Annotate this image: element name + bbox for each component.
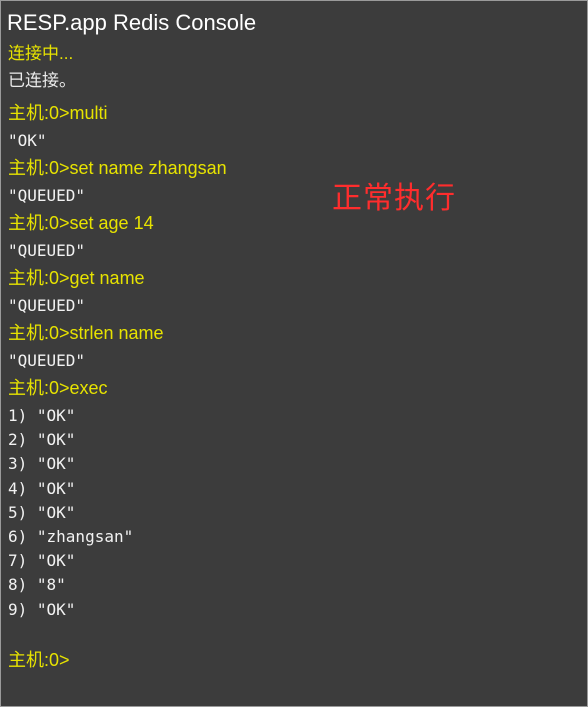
response-line: 9) "OK": [8, 599, 76, 619]
response-line: 7) "OK": [8, 551, 76, 571]
command-line: 主机:0>strlen name: [8, 323, 164, 343]
response-line: 8) "8": [8, 575, 66, 595]
console-prompt[interactable]: 主机:0>: [8, 649, 70, 671]
response-line: "OK": [8, 131, 47, 150]
window-title: RESP.app Redis Console: [7, 10, 257, 35]
command-line: 主机:0>multi: [8, 103, 108, 123]
command-line: 主机:0>get name: [8, 268, 145, 288]
response-line: 2) "OK": [8, 430, 76, 450]
redis-console-window[interactable]: RESP.app Redis Console 连接中... 已连接。 主机:0>…: [0, 0, 588, 707]
response-line: "QUEUED": [8, 296, 86, 315]
response-line: "QUEUED": [8, 241, 86, 260]
command-line: 主机:0>set age 14: [8, 213, 154, 233]
response-line: 3) "OK": [8, 454, 76, 474]
status-connecting: 连接中...: [8, 44, 74, 63]
command-line: 主机:0>set name zhangsan: [8, 158, 227, 178]
status-connected: 已连接。: [8, 71, 76, 90]
command-line: 主机:0>exec: [8, 378, 108, 398]
response-line: "QUEUED": [8, 186, 86, 205]
response-line: 5) "OK": [8, 502, 76, 522]
annotation-label: 正常执行: [332, 181, 456, 216]
response-line: "QUEUED": [8, 351, 86, 370]
response-line: 1) "OK": [8, 406, 76, 425]
response-line: 6) "zhangsan": [8, 527, 134, 546]
response-line: 4) "OK": [8, 478, 76, 498]
